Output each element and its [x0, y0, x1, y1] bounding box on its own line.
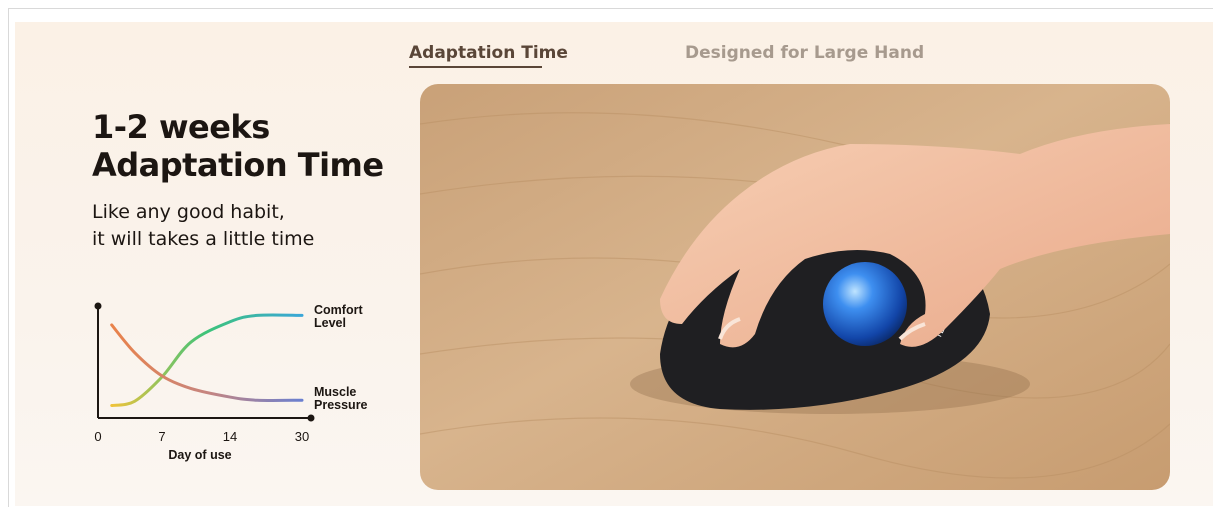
x-tick-label: 0: [94, 429, 101, 444]
product-photo: TECKNET: [420, 84, 1170, 490]
series-line-muscle-pressure: [110, 323, 304, 402]
headline: 1-2 weeks Adaptation Time: [92, 108, 384, 184]
x-tick-label: 14: [223, 429, 237, 444]
x-tick-label: 30: [295, 429, 309, 444]
active-tab-underline: [409, 66, 542, 68]
headline-line-1: 1-2 weeks: [92, 108, 270, 146]
series-label-comfort-2: Level: [314, 316, 346, 330]
x-axis-title: Day of use: [168, 448, 231, 462]
headline-line-2: Adaptation Time: [92, 146, 384, 184]
subheadline: Like any good habit, it will takes a lit…: [92, 199, 314, 253]
subheadline-line-2: it will takes a little time: [92, 228, 315, 250]
tab-designed-for-large-hand[interactable]: Designed for Large Hand: [685, 43, 924, 63]
series-label-muscle-1: Muscle: [314, 385, 356, 399]
x-tick-label: 7: [158, 429, 165, 444]
trackball-mouse-in-hand-image: TECKNET: [420, 84, 1170, 490]
subheadline-line-1: Like any good habit,: [92, 201, 285, 223]
y-axis-end-dot: [94, 302, 102, 310]
adaptation-chart: Comfort Level Muscle Pressure 0 7 14 30 …: [94, 302, 368, 462]
tab-adaptation-time[interactable]: Adaptation Time: [409, 43, 568, 63]
series-label-muscle-2: Pressure: [314, 398, 368, 412]
x-axis-end-dot: [307, 414, 315, 422]
series-label-comfort-1: Comfort: [314, 303, 363, 317]
